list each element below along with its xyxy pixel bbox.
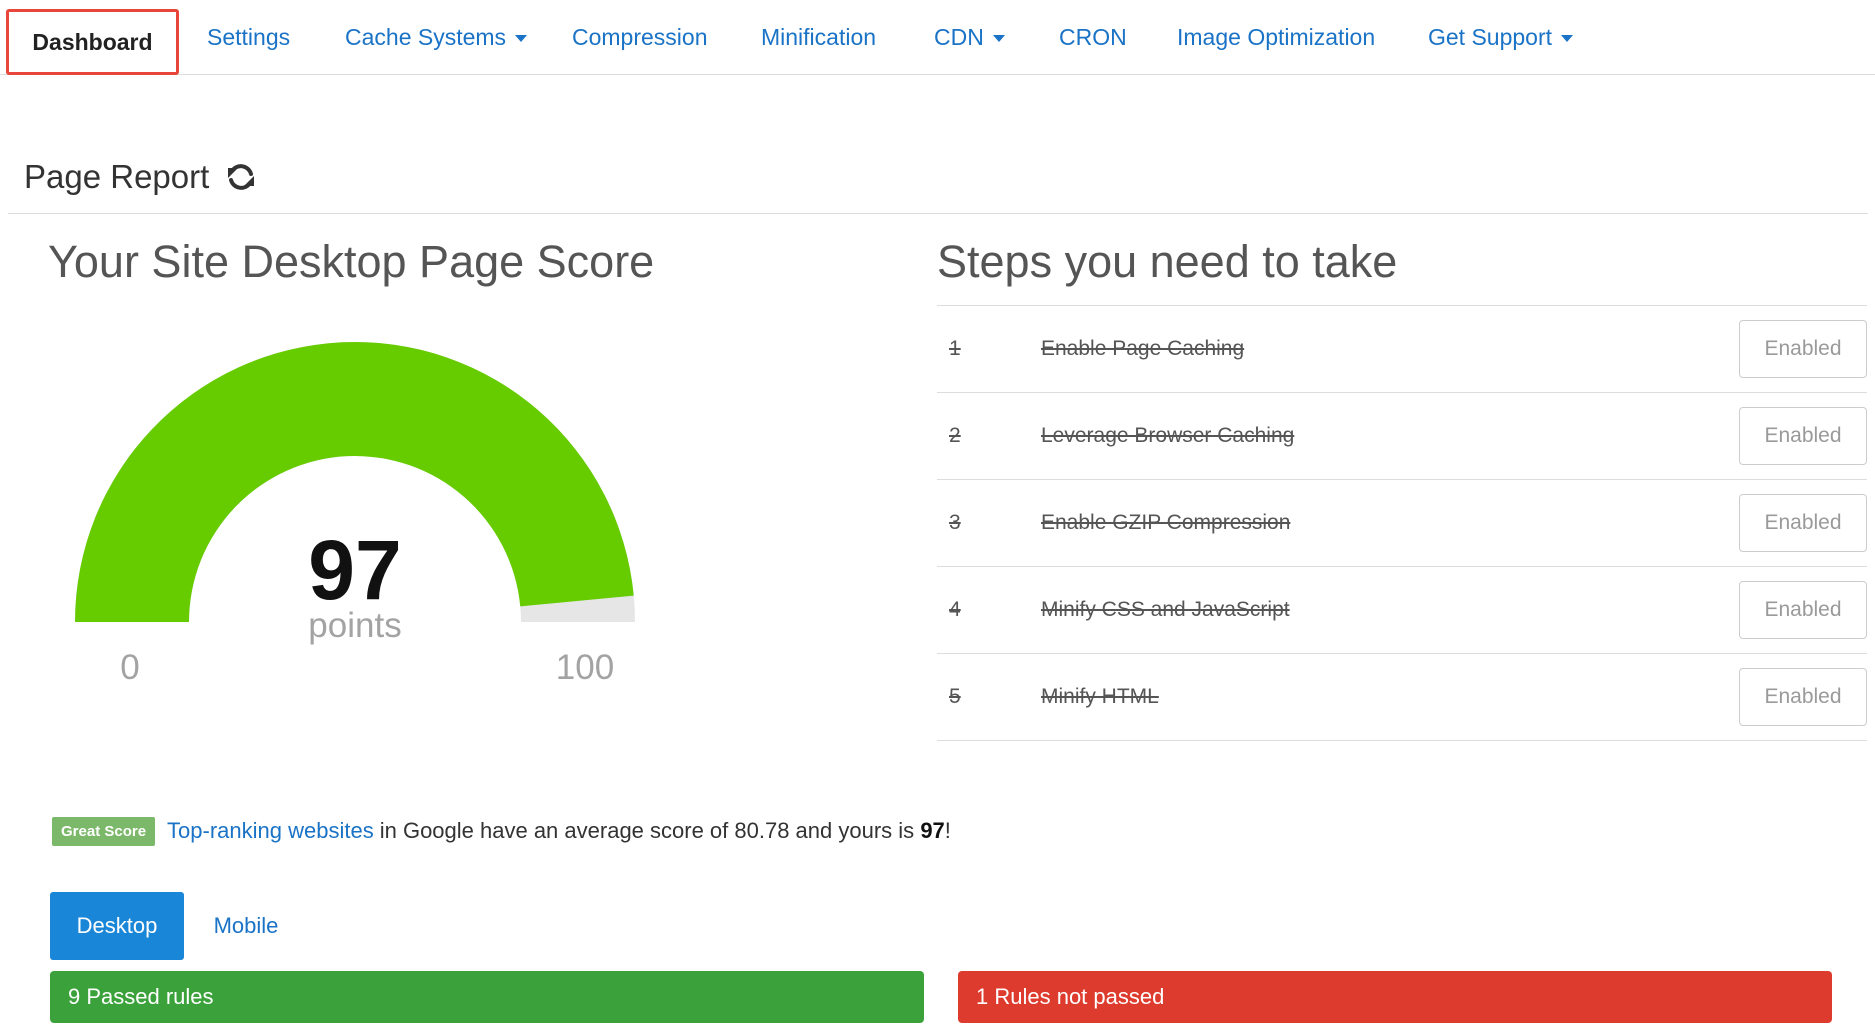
refresh-icon[interactable] bbox=[225, 161, 257, 193]
step-status-button[interactable]: Enabled bbox=[1739, 407, 1867, 465]
steps-list: 1 Enable Page Caching Enabled 2 Leverage… bbox=[937, 305, 1867, 741]
top-nav: Dashboard Settings Cache Systems Compres… bbox=[0, 0, 1875, 75]
nav-item-compression[interactable]: Compression bbox=[572, 0, 708, 75]
step-label: Minify CSS and JavaScript bbox=[1041, 598, 1290, 621]
failed-rules-label: 1 Rules not passed bbox=[976, 984, 1165, 1009]
step-row: 4 Minify CSS and JavaScript Enabled bbox=[937, 567, 1867, 654]
score-note-end: ! bbox=[944, 818, 951, 843]
step-status-button[interactable]: Enabled bbox=[1739, 668, 1867, 726]
caret-down-icon bbox=[992, 35, 1005, 42]
divider bbox=[8, 213, 1868, 214]
page-report-title: Page Report bbox=[24, 158, 210, 195]
nav-item-minification[interactable]: Minification bbox=[761, 0, 876, 75]
nav-item-get-support[interactable]: Get Support bbox=[1428, 0, 1574, 75]
step-number: 3 bbox=[949, 511, 961, 534]
step-number: 4 bbox=[949, 598, 961, 621]
step-row: 1 Enable Page Caching Enabled bbox=[937, 306, 1867, 393]
step-number: 5 bbox=[949, 685, 961, 708]
gauge-min-label: 0 bbox=[120, 648, 140, 687]
nav-item-minification-label: Minification bbox=[761, 24, 877, 50]
step-number: 1 bbox=[949, 337, 961, 360]
nav-item-cdn[interactable]: CDN bbox=[934, 0, 1005, 75]
score-value: 97 bbox=[308, 523, 402, 617]
score-title: Your Site Desktop Page Score bbox=[48, 236, 655, 287]
nav-item-image-optimization-label: Image Optimization bbox=[1177, 24, 1376, 50]
step-label: Enable Page Caching bbox=[1041, 337, 1245, 360]
score-note-value: 97 bbox=[920, 818, 945, 843]
step-status-button[interactable]: Enabled bbox=[1739, 494, 1867, 552]
step-row: 5 Minify HTML Enabled bbox=[937, 654, 1867, 741]
step-label: Minify HTML bbox=[1041, 685, 1159, 708]
step-label: Enable GZIP Compression bbox=[1041, 511, 1291, 534]
tab-desktop[interactable]: Desktop bbox=[50, 892, 184, 960]
nav-item-dashboard-label: Dashboard bbox=[32, 28, 153, 55]
tab-mobile[interactable]: Mobile bbox=[196, 892, 296, 960]
great-score-badge: Great Score bbox=[52, 816, 156, 846]
nav-item-cdn-label: CDN bbox=[934, 24, 984, 50]
step-number: 2 bbox=[949, 424, 961, 447]
step-row: 3 Enable GZIP Compression Enabled bbox=[937, 480, 1867, 567]
steps-title: Steps you need to take bbox=[937, 236, 1398, 287]
nav-item-cache-systems[interactable]: Cache Systems bbox=[345, 0, 528, 75]
passed-rules-label: 9 Passed rules bbox=[68, 984, 214, 1009]
failed-rules-bar[interactable]: 1 Rules not passed bbox=[958, 971, 1832, 1023]
nav-item-get-support-label: Get Support bbox=[1428, 24, 1553, 50]
nav-item-dashboard[interactable]: Dashboard bbox=[6, 9, 179, 75]
nav-item-cron[interactable]: CRON bbox=[1059, 0, 1127, 75]
step-status-button[interactable]: Enabled bbox=[1739, 320, 1867, 378]
nav-item-settings[interactable]: Settings bbox=[207, 0, 290, 75]
caret-down-icon bbox=[515, 35, 528, 42]
score-note: Great Score Top-ranking websites in Goog… bbox=[52, 815, 951, 847]
passed-rules-bar[interactable]: 9 Passed rules bbox=[50, 971, 924, 1023]
top-ranking-link[interactable]: Top-ranking websites bbox=[167, 818, 374, 844]
nav-item-compression-label: Compression bbox=[572, 24, 708, 50]
nav-item-cache-systems-label: Cache Systems bbox=[345, 24, 507, 50]
score-unit: points bbox=[308, 606, 402, 645]
caret-down-icon bbox=[1561, 35, 1574, 42]
score-note-text: in Google have an average score of 80.78… bbox=[379, 818, 915, 843]
step-status-button[interactable]: Enabled bbox=[1739, 581, 1867, 639]
step-label: Leverage Browser Caching bbox=[1041, 424, 1295, 447]
nav-item-cron-label: CRON bbox=[1059, 24, 1127, 50]
nav-item-settings-label: Settings bbox=[207, 24, 291, 50]
gauge-max-label: 100 bbox=[555, 648, 615, 687]
step-row: 2 Leverage Browser Caching Enabled bbox=[937, 393, 1867, 480]
page-report-header: Page Report bbox=[24, 154, 257, 200]
nav-item-image-optimization[interactable]: Image Optimization bbox=[1177, 0, 1375, 75]
